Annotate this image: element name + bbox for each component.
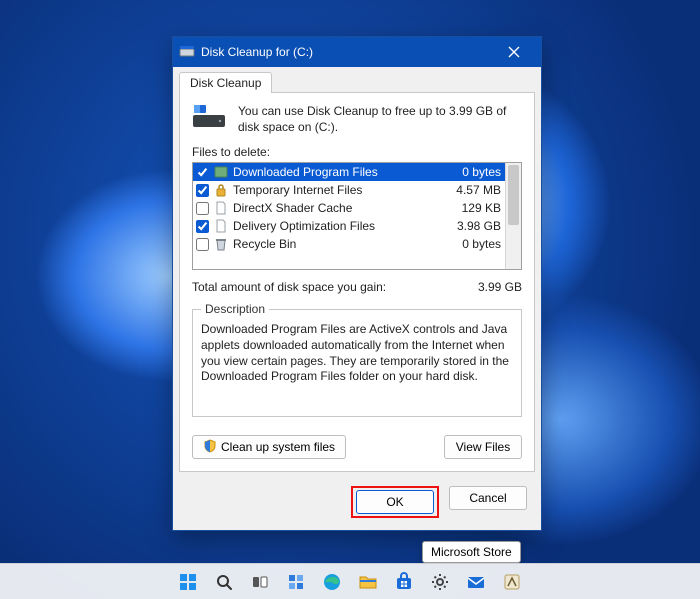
file-name: Temporary Internet Files: [233, 183, 452, 197]
intro-text: You can use Disk Cleanup to free up to 3…: [238, 103, 522, 135]
cleanup-system-files-button[interactable]: Clean up system files: [192, 435, 346, 459]
dialog-client: Disk Cleanup You can use Disk Cleanup to…: [173, 67, 541, 530]
file-icon: [213, 236, 229, 252]
description-legend: Description: [201, 302, 269, 316]
tab-strip: Disk Cleanup: [173, 71, 541, 92]
ok-button[interactable]: OK: [356, 490, 434, 514]
file-name: Recycle Bin: [233, 237, 458, 251]
cancel-button[interactable]: Cancel: [449, 486, 527, 510]
file-checkbox[interactable]: [196, 238, 209, 251]
files-to-delete-label: Files to delete:: [192, 145, 522, 159]
start-icon[interactable]: [173, 567, 203, 597]
tab-disk-cleanup[interactable]: Disk Cleanup: [179, 72, 272, 93]
file-checkbox[interactable]: [196, 166, 209, 179]
file-checkbox[interactable]: [196, 184, 209, 197]
description-text: Downloaded Program Files are ActiveX con…: [201, 322, 513, 408]
dialog-actions: OK Cancel: [173, 478, 541, 530]
file-row[interactable]: Temporary Internet Files 4.57 MB: [193, 181, 521, 199]
widgets-icon[interactable]: [281, 567, 311, 597]
file-checkbox[interactable]: [196, 220, 209, 233]
total-label: Total amount of disk space you gain:: [192, 280, 478, 294]
settings-icon[interactable]: [425, 567, 455, 597]
file-explorer-icon[interactable]: [353, 567, 383, 597]
app-icon[interactable]: [497, 567, 527, 597]
titlebar[interactable]: Disk Cleanup for (C:): [173, 37, 541, 67]
scrollbar[interactable]: [505, 163, 521, 269]
file-icon: [213, 200, 229, 216]
taskbar[interactable]: [0, 563, 700, 599]
file-row[interactable]: Delivery Optimization Files 3.98 GB: [193, 217, 521, 235]
disk-cleanup-dialog: Disk Cleanup for (C:) Disk Cleanup You c…: [172, 36, 542, 531]
search-icon[interactable]: [209, 567, 239, 597]
file-size: 4.57 MB: [456, 183, 505, 197]
taskbar-tooltip: Microsoft Store: [422, 541, 521, 563]
file-icon: [213, 218, 229, 234]
file-name: Downloaded Program Files: [233, 165, 458, 179]
ok-highlight: OK: [351, 486, 439, 518]
file-icon: [213, 164, 229, 180]
total-row: Total amount of disk space you gain: 3.9…: [192, 280, 522, 294]
description-group: Description Downloaded Program Files are…: [192, 302, 522, 417]
mail-icon[interactable]: [461, 567, 491, 597]
file-row[interactable]: Recycle Bin 0 bytes: [193, 235, 521, 253]
file-size: 0 bytes: [462, 165, 505, 179]
window-title: Disk Cleanup for (C:): [201, 45, 493, 59]
tab-panel: You can use Disk Cleanup to free up to 3…: [179, 92, 535, 472]
drive-icon: [179, 44, 195, 60]
files-listbox[interactable]: Downloaded Program Files 0 bytes Temporary…: [192, 162, 522, 270]
scroll-thumb[interactable]: [508, 165, 519, 225]
total-value: 3.99 GB: [478, 280, 522, 294]
view-files-button[interactable]: View Files: [444, 435, 522, 459]
task-view-icon[interactable]: [245, 567, 275, 597]
close-button[interactable]: [493, 39, 535, 65]
file-size: 0 bytes: [462, 237, 505, 251]
shield-icon: [203, 439, 217, 456]
file-icon: [213, 182, 229, 198]
cleanup-system-files-label: Clean up system files: [221, 440, 335, 454]
store-icon[interactable]: [389, 567, 419, 597]
file-name: Delivery Optimization Files: [233, 219, 453, 233]
file-size: 3.98 GB: [457, 219, 505, 233]
file-size: 129 KB: [462, 201, 505, 215]
drive-large-icon: [192, 103, 226, 129]
file-checkbox[interactable]: [196, 202, 209, 215]
file-row[interactable]: DirectX Shader Cache 129 KB: [193, 199, 521, 217]
intro-row: You can use Disk Cleanup to free up to 3…: [192, 103, 522, 135]
file-name: DirectX Shader Cache: [233, 201, 458, 215]
panel-actions: Clean up system files View Files: [192, 435, 522, 459]
edge-icon[interactable]: [317, 567, 347, 597]
file-row[interactable]: Downloaded Program Files 0 bytes: [193, 163, 521, 181]
